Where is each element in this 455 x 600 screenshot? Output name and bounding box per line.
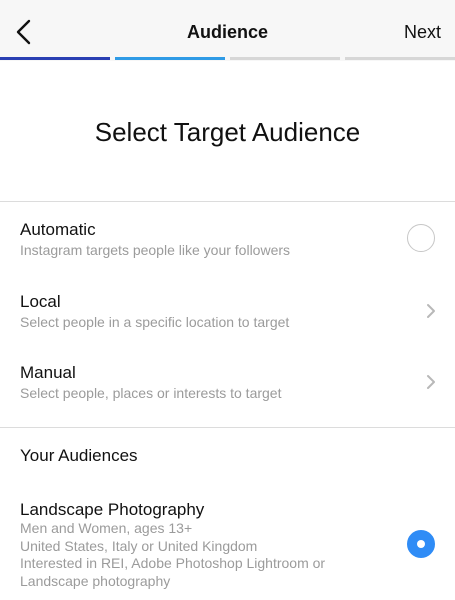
page-title: Audience: [186, 22, 269, 42]
audience-detail-line: United States, Italy or United Kingdom: [20, 537, 258, 554]
progress-segment-4: [345, 57, 455, 60]
audience-details: Men and Women, ages 13+ United States, I…: [20, 520, 380, 590]
chevron-right-icon: [425, 302, 437, 320]
next-button[interactable]: Next: [404, 22, 441, 43]
progress-segment-3: [230, 57, 340, 60]
page-headline: Select Target Audience: [94, 117, 361, 147]
progress-fill-2: [115, 57, 225, 60]
option-title: Automatic: [20, 220, 96, 239]
audience-detail-line: Men and Women, ages 13+: [20, 520, 193, 536]
progress-fill-1: [0, 57, 110, 60]
progress-segment-1: [0, 57, 110, 60]
chevron-right-icon: [425, 373, 437, 391]
top-bar: Audience Next: [0, 0, 455, 58]
audience-detail-line: Landscape photography: [20, 572, 171, 589]
step-progress-bar: [0, 57, 455, 61]
option-automatic[interactable]: Automatic Instagram targets people like …: [0, 220, 455, 284]
audience-detail-line: Interested in REI, Adobe Photoshop Light…: [20, 555, 326, 571]
option-title: Manual: [20, 363, 76, 382]
divider-middle: [0, 427, 455, 428]
option-subtitle: Instagram targets people like your follo…: [20, 242, 291, 258]
audience-radio[interactable]: [407, 530, 435, 558]
option-subtitle: Select people in a specific location to …: [20, 314, 290, 330]
audience-screen: Audience Next Select Target Audience Aut…: [0, 0, 455, 600]
option-subtitle: Select people, places or interests to ta…: [20, 385, 282, 401]
progress-segment-2: [115, 57, 225, 60]
divider-top: [0, 201, 455, 202]
radio-selected-dot: [417, 540, 425, 548]
option-local[interactable]: Local Select people in a specific locati…: [0, 292, 455, 356]
audience-item-landscape-photography[interactable]: Landscape Photography Men and Women, age…: [0, 500, 455, 600]
section-title-your-audiences: Your Audiences: [20, 446, 138, 465]
option-manual[interactable]: Manual Select people, places or interest…: [0, 363, 455, 427]
option-title: Local: [20, 292, 61, 311]
audience-title: Landscape Photography: [20, 500, 205, 519]
automatic-radio[interactable]: [407, 224, 435, 252]
